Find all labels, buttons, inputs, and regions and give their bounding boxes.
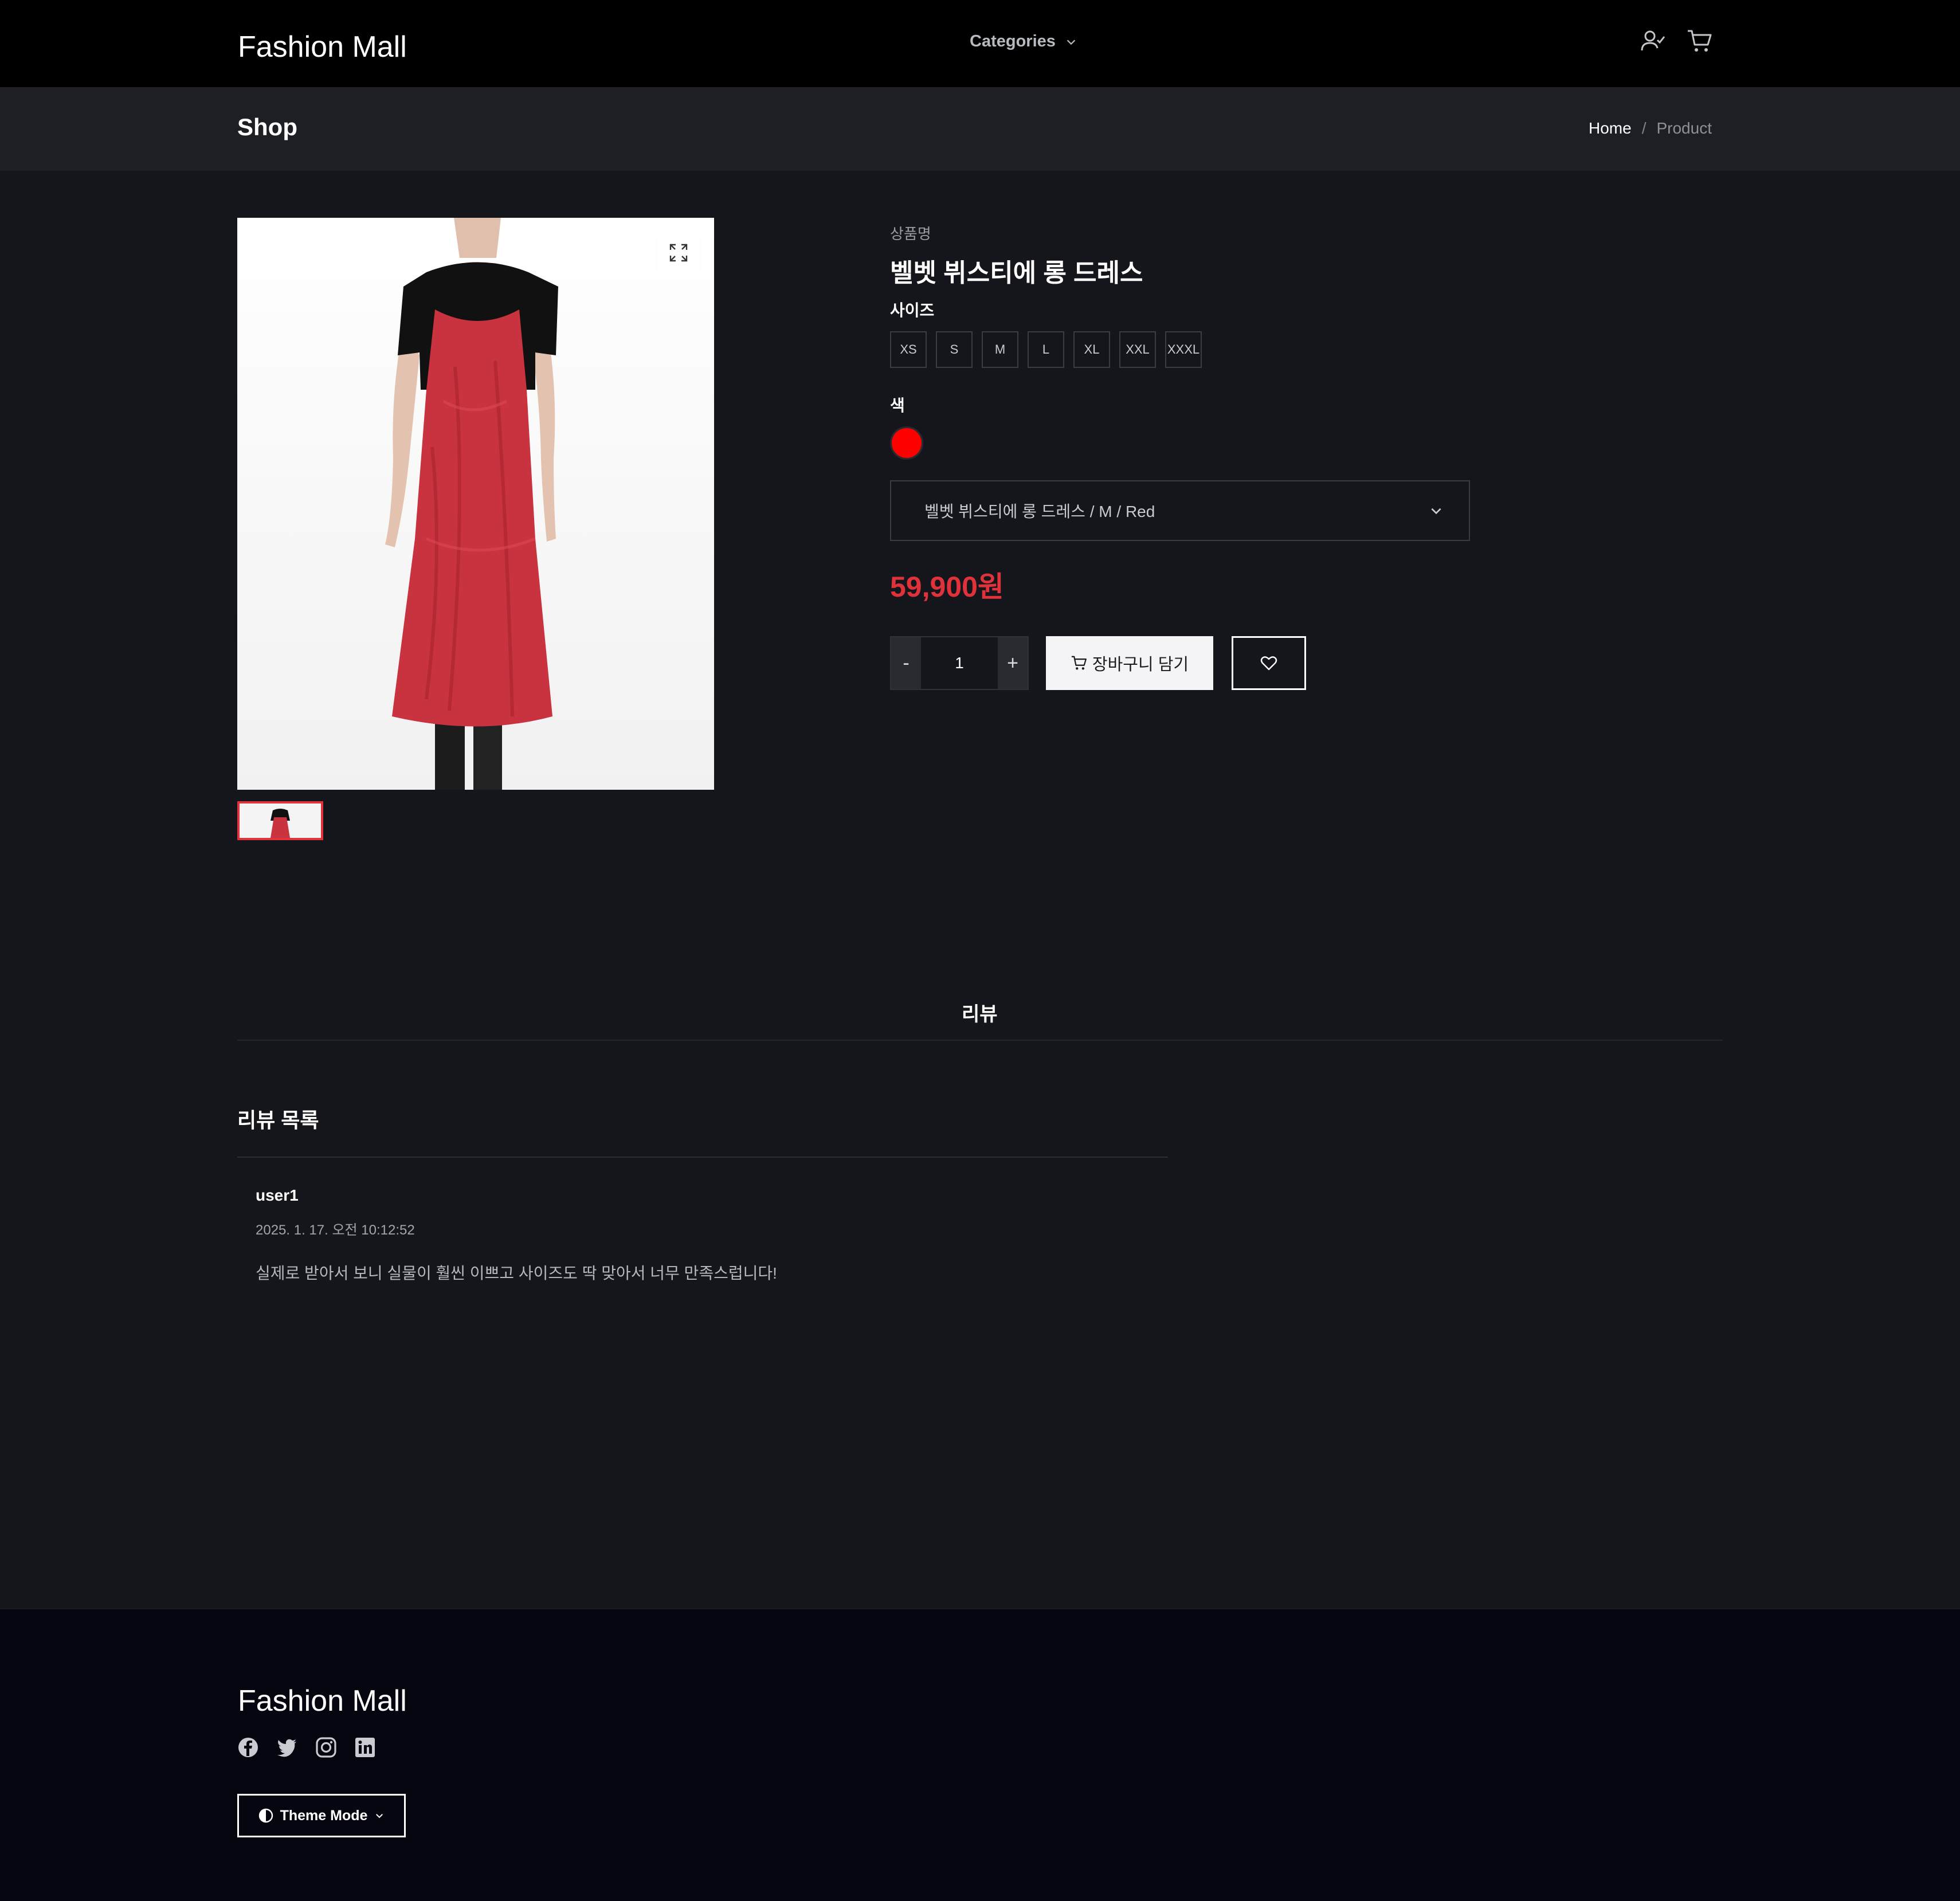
size-option-xxl[interactable]: XXL bbox=[1119, 331, 1156, 368]
product-thumbnail[interactable] bbox=[237, 801, 323, 840]
quantity-stepper: - 1 + bbox=[890, 636, 1029, 690]
product-price: 59,900원 bbox=[890, 571, 1004, 603]
cart-icon[interactable] bbox=[1686, 28, 1714, 55]
review-username: user1 bbox=[256, 1186, 299, 1204]
product-title: 벨벳 뷔스티에 롱 드레스 bbox=[890, 259, 1143, 287]
breadcrumb-home[interactable]: Home bbox=[1589, 119, 1632, 138]
review-list-title: 리뷰 목록 bbox=[237, 1108, 319, 1132]
categories-dropdown[interactable]: Categories bbox=[970, 32, 1077, 51]
size-options: XS S M L XL XXL XXXL bbox=[890, 331, 1202, 368]
size-option-xs[interactable]: XS bbox=[890, 331, 927, 368]
size-option-xl[interactable]: XL bbox=[1073, 331, 1110, 368]
contrast-icon bbox=[258, 1808, 273, 1823]
chevron-down-icon bbox=[1431, 508, 1441, 515]
expand-image-button[interactable] bbox=[658, 234, 699, 272]
tab-divider bbox=[237, 1040, 1723, 1041]
brand-logo[interactable]: Fashion Mall bbox=[238, 30, 407, 64]
cart-icon bbox=[1071, 656, 1087, 670]
page-title: Shop bbox=[237, 113, 297, 140]
thumbnail-image bbox=[240, 803, 321, 838]
categories-label: Categories bbox=[970, 32, 1056, 50]
product-main-image[interactable] bbox=[237, 218, 714, 790]
product-name-label: 상품명 bbox=[890, 225, 931, 242]
theme-mode-label: Theme Mode bbox=[280, 1807, 368, 1824]
review-text: 실제로 받아서 보니 실물이 훨씬 이쁘고 사이즈도 딱 맞아서 너무 만족스럽… bbox=[256, 1264, 777, 1282]
twitter-icon[interactable] bbox=[276, 1737, 298, 1758]
theme-mode-dropdown[interactable]: Theme Mode bbox=[237, 1794, 406, 1837]
size-option-xxxl[interactable]: XXXL bbox=[1165, 331, 1202, 368]
size-option-l[interactable]: L bbox=[1028, 331, 1064, 368]
chevron-down-icon bbox=[1067, 39, 1076, 45]
breadcrumb-current: Product bbox=[1656, 119, 1712, 137]
tab-reviews[interactable]: 리뷰 bbox=[962, 998, 998, 1026]
size-option-m[interactable]: M bbox=[982, 331, 1018, 368]
heart-icon bbox=[1260, 656, 1277, 671]
user-check-icon[interactable] bbox=[1639, 28, 1667, 55]
quantity-increase-button[interactable]: + bbox=[998, 637, 1028, 689]
review-date: 2025. 1. 17. 오전 10:12:52 bbox=[256, 1222, 415, 1238]
size-label: 사이즈 bbox=[890, 301, 935, 319]
linkedin-icon[interactable] bbox=[354, 1737, 376, 1758]
color-label: 색 bbox=[890, 397, 905, 414]
quantity-input[interactable]: 1 bbox=[921, 637, 998, 689]
red-dress-photo bbox=[385, 218, 558, 790]
review-divider bbox=[237, 1157, 1168, 1158]
breadcrumb: Home / Product bbox=[1589, 119, 1712, 138]
size-option-s[interactable]: S bbox=[936, 331, 973, 368]
add-to-cart-label: 장바구니 담기 bbox=[1092, 656, 1189, 674]
expand-icon bbox=[669, 244, 688, 262]
chevron-down-icon bbox=[376, 1814, 383, 1818]
variant-select-value: 벨벳 뷔스티에 롱 드레스 / M / Red bbox=[924, 503, 1155, 520]
quantity-decrease-button[interactable]: - bbox=[891, 637, 921, 689]
footer-brand[interactable]: Fashion Mall bbox=[238, 1684, 407, 1718]
variant-select[interactable]: 벨벳 뷔스티에 롱 드레스 / M / Red bbox=[890, 480, 1470, 541]
breadcrumb-separator: / bbox=[1641, 119, 1647, 137]
wishlist-button[interactable] bbox=[1232, 636, 1306, 690]
add-to-cart-button[interactable]: 장바구니 담기 bbox=[1046, 636, 1213, 690]
color-swatch-red[interactable] bbox=[890, 426, 923, 460]
facebook-icon[interactable] bbox=[237, 1737, 259, 1758]
social-links bbox=[237, 1737, 376, 1758]
instagram-icon[interactable] bbox=[315, 1737, 337, 1758]
